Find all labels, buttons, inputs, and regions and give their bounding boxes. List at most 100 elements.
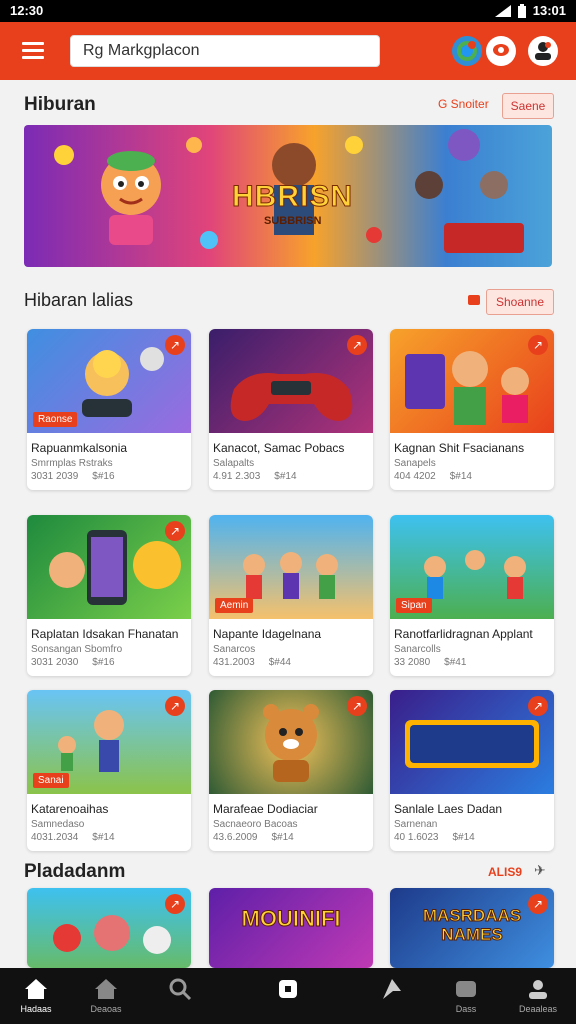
nav-home[interactable]: Hadaas	[0, 974, 72, 1014]
card-thumbnail: ↗	[27, 515, 191, 619]
favorite-icon[interactable]: ↗	[347, 696, 367, 716]
card-badge: Sanai	[33, 773, 69, 788]
card-thumbnail: ↗	[390, 690, 554, 794]
store-icon	[93, 976, 119, 1002]
search-icon	[167, 976, 193, 1002]
card-title: Kanacot, Samac Pobacs	[213, 441, 345, 455]
section3-link[interactable]: ALIS9	[488, 865, 522, 879]
card-thumbnail: MASRDAAS NAMES ↗	[390, 888, 554, 968]
game-card[interactable]: ↗ Raplatan Idsakan Fhanatan Sonsangan Sb…	[27, 515, 191, 676]
card-subtitle: Samnedaso	[31, 819, 85, 830]
game-card[interactable]: ↗ Kagnan Shit Fsacianans Sanapels 404 42…	[390, 329, 554, 490]
card-title: Katarenoaihas	[31, 802, 109, 816]
card-thumbnail: Sanai ↗	[27, 690, 191, 794]
card-title: Sanlale Laes Dadan	[394, 802, 503, 816]
card-thumbnail: ↗	[209, 690, 373, 794]
card-title: Rapuanmkalsonia	[31, 441, 128, 455]
card-badge: Sipan	[396, 598, 432, 613]
nav-label: Deaoas	[90, 1004, 122, 1014]
section2-icon	[468, 295, 480, 305]
card-price: $#14	[274, 471, 297, 482]
search-input[interactable]	[70, 35, 380, 67]
card-thumbnail: ↗	[209, 329, 373, 433]
card-date: 4031.2034	[31, 832, 79, 843]
globe-icon[interactable]	[452, 36, 482, 66]
card-subtitle: Sanarcos	[213, 644, 256, 655]
hero-banner[interactable]: HBRISN SUBBRISN	[24, 125, 552, 267]
card-subtitle: Sanarcolls	[394, 644, 441, 655]
game-card[interactable]: ↗ Kanacot, Samac Pobacs Salapalts 4.91 2…	[209, 329, 373, 490]
favorite-icon[interactable]: ↗	[165, 521, 185, 541]
card-title: Raplatan Idsakan Fhanatan	[31, 627, 179, 641]
game-card[interactable]: MOUINIFI	[209, 888, 373, 968]
card-title: Napante Idagelnana	[213, 627, 322, 641]
section-link[interactable]: G Snoiter	[438, 97, 489, 111]
nav-center[interactable]	[252, 974, 324, 1004]
nav-share[interactable]	[356, 974, 428, 1004]
card-date: 40 1.6023	[394, 832, 439, 843]
card-subtitle: Sanapels	[394, 458, 436, 469]
signal-icon	[494, 4, 511, 17]
favorite-icon[interactable]: ↗	[165, 696, 185, 716]
chat-icon[interactable]	[486, 36, 516, 66]
banner-subtitle: SUBBRISN	[264, 215, 322, 227]
card-thumbnail: Raonse ↗	[27, 329, 191, 433]
card-date: 3031 2030	[31, 657, 79, 668]
game-card[interactable]: ↗	[27, 888, 191, 968]
status-time: 12:30	[10, 3, 44, 18]
favorite-icon[interactable]: ↗	[165, 335, 185, 355]
game-card[interactable]: Aemin Napante Idagelnana Sanarcos 431.20…	[209, 515, 373, 676]
card-subtitle: Sonsangan Sbomfro	[31, 644, 123, 655]
home-icon	[23, 976, 49, 1002]
bottom-navigation: Hadaas Deaoas Dass Deaaleas	[0, 968, 576, 1024]
app-bar	[0, 22, 576, 80]
game-card[interactable]: MASRDAAS NAMES ↗	[390, 888, 554, 968]
section2-pill-button[interactable]: Shoanne	[486, 289, 554, 315]
section-title-hibaran-lalias: Hibaran lalias	[24, 290, 134, 310]
card-date: 43.6.2009	[213, 832, 258, 843]
card-date: 33 2080	[394, 657, 431, 668]
card-thumbnail: ↗	[390, 329, 554, 433]
card-subtitle: Smrmplas Rstraks	[31, 458, 113, 469]
card-price: $#14	[449, 471, 472, 482]
favorite-icon[interactable]: ↗	[347, 335, 367, 355]
card-title: Kagnan Shit Fsacianans	[394, 441, 525, 455]
status-time-right: 13:01	[532, 3, 566, 18]
section-pill-button[interactable]: Saene	[502, 93, 554, 119]
favorite-icon[interactable]: ↗	[165, 894, 185, 914]
profile-icon[interactable]	[528, 36, 558, 66]
pin-icon[interactable]: ✈	[534, 862, 546, 879]
favorite-icon[interactable]: ↗	[528, 894, 548, 914]
nav-search[interactable]	[144, 974, 216, 1004]
menu-icon[interactable]	[22, 42, 44, 59]
card-art-title: MASRDAAS NAMES	[422, 906, 522, 945]
banner-title: HBRISN	[231, 180, 354, 214]
game-card[interactable]: ↗ Marafeae Dodiaciar Sacnaeoro Bacoas 43…	[209, 690, 373, 851]
nav-store[interactable]: Deaoas	[70, 974, 142, 1014]
card-badge: Aemin	[215, 598, 254, 613]
card-price: $#41	[444, 657, 467, 668]
favorite-icon[interactable]: ↗	[528, 696, 548, 716]
card-art-title: MOUINIFI	[241, 906, 341, 932]
card-subtitle: Sarnenan	[394, 819, 438, 830]
card-title: Ranotfarlidragnan Applant	[394, 627, 533, 641]
section-title-pladadanm: Pladadanm	[24, 861, 126, 882]
card-price: $#16	[92, 471, 115, 482]
mascot-character	[101, 151, 161, 245]
card-title: Marafeae Dodiaciar	[213, 802, 318, 816]
nav-profile[interactable]: Deaaleas	[502, 974, 574, 1014]
game-card[interactable]: ↗ Sanlale Laes Dadan Sarnenan 40 1.6023 $…	[390, 690, 554, 851]
nav-games[interactable]: Dass	[430, 974, 502, 1014]
favorite-icon[interactable]: ↗	[528, 335, 548, 355]
card-price: $#14	[271, 832, 294, 843]
game-card[interactable]: Sipan Ranotfarlidragnan Applant Sanarcol…	[390, 515, 554, 676]
nav-label: Dass	[455, 1004, 477, 1014]
card-subtitle: Sacnaeoro Bacoas	[213, 819, 298, 830]
game-card[interactable]: Raonse ↗ Rapuanmkalsonia Smrmplas Rstrak…	[27, 329, 191, 490]
battery-icon	[517, 3, 526, 18]
nav-label: Deaaleas	[518, 1004, 558, 1014]
gamepad-icon	[453, 976, 479, 1002]
game-card[interactable]: Sanai ↗ Katarenoaihas Samnedaso 4031.203…	[27, 690, 191, 851]
card-price: $#16	[92, 657, 115, 668]
card-thumbnail: Sipan	[390, 515, 554, 619]
